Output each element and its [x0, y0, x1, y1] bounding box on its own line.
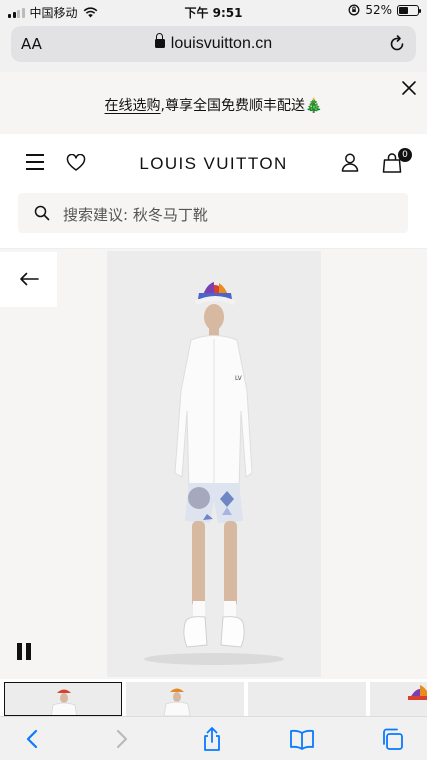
user-icon[interactable] — [340, 152, 360, 172]
search-input[interactable]: 搜索建议: 秋冬马丁靴 — [18, 193, 408, 233]
back-nav-icon[interactable] — [20, 727, 46, 751]
browser-address-area: AA louisvuitton.cn — [0, 22, 427, 72]
url-display[interactable]: louisvuitton.cn — [11, 33, 416, 53]
forward-nav-icon[interactable] — [108, 727, 134, 751]
thumbnail-2-image — [163, 688, 191, 716]
shirt-print: LV — [235, 375, 243, 382]
promo-text: ,尊享全国免费顺丰配送 — [160, 98, 305, 114]
bag-count-badge: 0 — [398, 148, 412, 162]
battery-icon — [397, 4, 421, 16]
bookmarks-icon[interactable] — [289, 727, 315, 751]
thumbnail-strip — [0, 680, 427, 716]
arrow-left-icon — [20, 272, 39, 286]
thumbnail-4[interactable] — [370, 682, 427, 716]
promo-link[interactable]: 在线选购 — [105, 98, 161, 114]
address-bar[interactable]: AA louisvuitton.cn — [11, 26, 416, 62]
orientation-lock-icon — [348, 4, 360, 16]
browser-toolbar — [0, 716, 427, 760]
search-placeholder: 搜索建议: 秋冬马丁靴 — [63, 206, 208, 224]
thumbnail-1[interactable] — [4, 682, 122, 716]
status-right: 52% — [348, 3, 421, 17]
lock-icon — [154, 33, 165, 48]
thumbnail-3[interactable] — [248, 682, 366, 716]
site-header: LOUIS VUITTON 0 — [0, 134, 427, 192]
promo-banner: 在线选购,尊享全国免费顺丰配送🎄 — [0, 72, 427, 134]
share-icon[interactable] — [199, 727, 225, 751]
thumbnail-4-image — [408, 685, 427, 700]
reload-icon[interactable] — [387, 34, 407, 54]
battery-fill — [399, 6, 409, 14]
pause-icon[interactable] — [17, 643, 33, 661]
product-image[interactable]: LV — [107, 251, 321, 677]
status-bar: 中国移动 下午 9:51 52% — [0, 0, 427, 22]
tabs-icon[interactable] — [380, 727, 406, 751]
search-icon — [34, 205, 50, 221]
url-text: louisvuitton.cn — [170, 35, 273, 52]
thumbnail-1-image — [50, 689, 78, 715]
christmas-tree-icon: 🎄 — [305, 98, 323, 114]
close-icon[interactable] — [401, 80, 417, 96]
thumbnail-2[interactable] — [126, 682, 244, 716]
back-button[interactable] — [0, 252, 57, 307]
promo-message: 在线选购,尊享全国免费顺丰配送🎄 — [0, 95, 427, 115]
battery-percent: 52% — [365, 3, 392, 17]
brand-logo[interactable]: LOUIS VUITTON — [0, 154, 427, 174]
